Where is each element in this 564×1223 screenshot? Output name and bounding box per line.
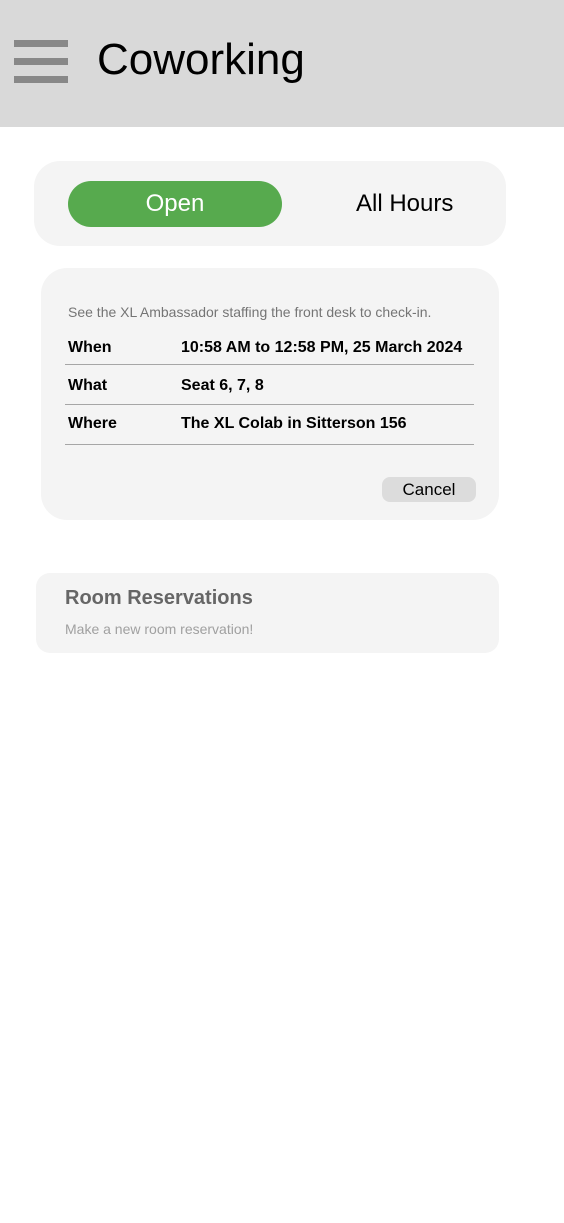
details-row-when: When 10:58 AM to 12:58 PM, 25 March 2024	[65, 338, 474, 365]
details-label-what: What	[68, 377, 108, 394]
menu-bar-middle	[14, 58, 68, 65]
details-value-what: Seat 6, 7, 8	[181, 377, 264, 394]
menu-bar-top	[14, 40, 68, 47]
details-row-what: What Seat 6, 7, 8	[65, 364, 474, 405]
status-badge: Open	[68, 181, 282, 227]
app-header: Coworking	[0, 0, 564, 127]
cancel-button[interactable]: Cancel	[382, 477, 476, 502]
details-label-when: When	[68, 339, 112, 356]
check-in-instructions: See the XL Ambassador staffing the front…	[68, 304, 432, 320]
details-label-where: Where	[68, 415, 117, 432]
details-value-when: 10:58 AM to 12:58 PM, 25 March 2024	[181, 339, 463, 356]
room-reservations-title: Room Reservations	[65, 587, 253, 609]
details-row-where: Where The XL Colab in Sitterson 156	[65, 404, 474, 445]
page-title: Coworking	[97, 35, 305, 84]
room-reservations-subtitle: Make a new room reservation!	[65, 621, 254, 637]
hamburger-menu-icon[interactable]	[14, 40, 68, 83]
status-card: Open All Hours	[34, 161, 506, 246]
room-reservations-card[interactable]: Room Reservations Make a new room reserv…	[36, 573, 499, 653]
booking-card: See the XL Ambassador staffing the front…	[41, 268, 499, 520]
hours-label: All Hours	[356, 190, 454, 217]
details-value-where: The XL Colab in Sitterson 156	[181, 415, 407, 432]
menu-bar-bottom	[14, 76, 68, 83]
